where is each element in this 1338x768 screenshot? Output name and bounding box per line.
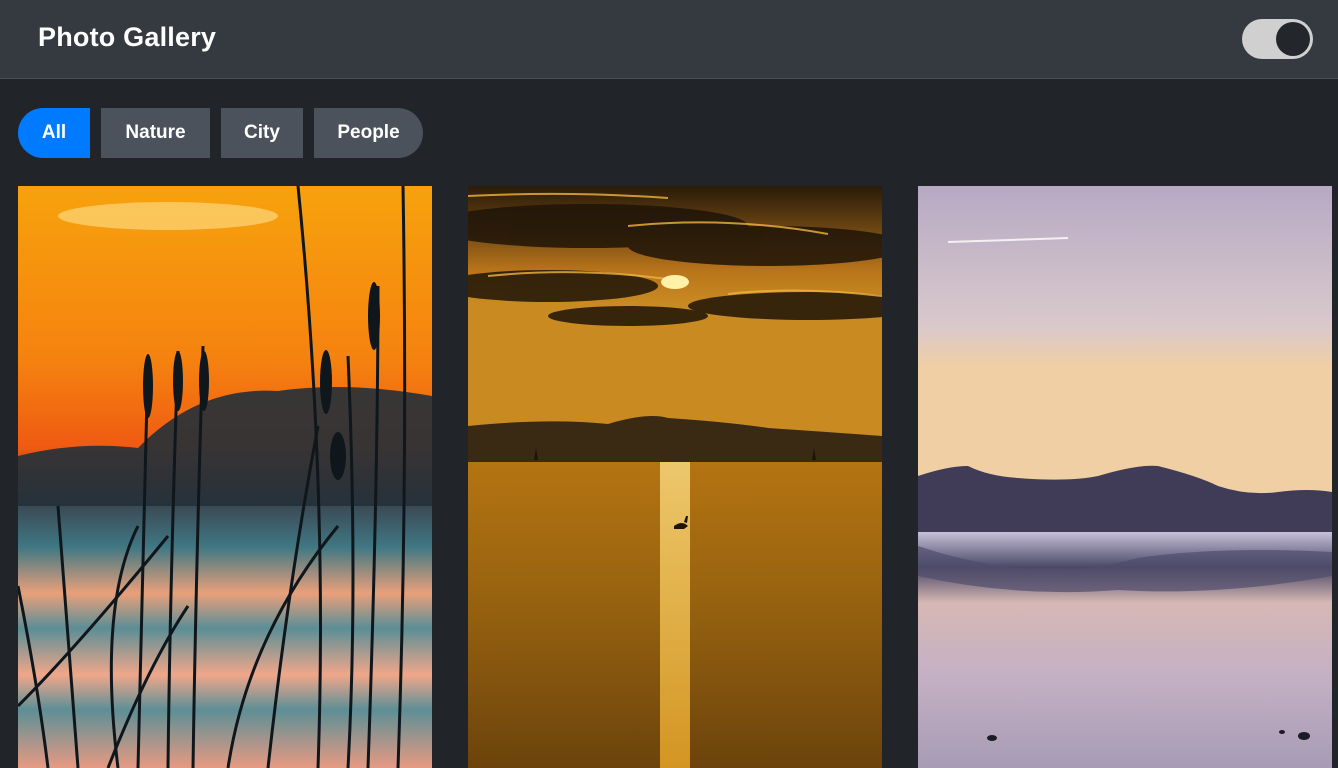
gallery-photo-sunset-lake[interactable] bbox=[468, 186, 882, 768]
filter-all-button[interactable]: All bbox=[18, 108, 90, 158]
toggle-knob bbox=[1276, 22, 1310, 56]
filter-city-button[interactable]: City bbox=[221, 108, 303, 158]
gallery-photo-dusk-mountains[interactable] bbox=[918, 186, 1332, 768]
theme-toggle[interactable] bbox=[1242, 19, 1313, 59]
gallery-photo-reeds[interactable] bbox=[18, 186, 432, 768]
filter-nature-button[interactable]: Nature bbox=[101, 108, 210, 158]
app-header: Photo Gallery bbox=[0, 0, 1338, 79]
filter-bar: All Nature City People bbox=[18, 108, 423, 158]
filter-people-button[interactable]: People bbox=[314, 108, 423, 158]
page-title: Photo Gallery bbox=[38, 22, 217, 52]
